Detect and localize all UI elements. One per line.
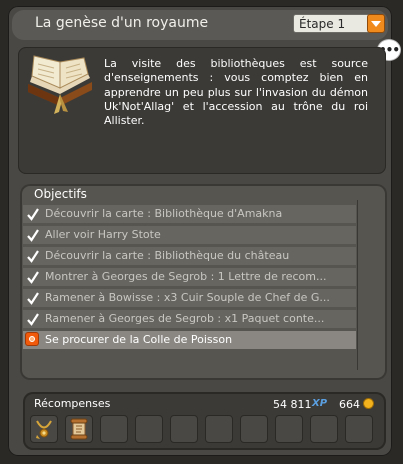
reward-slot-empty [275,415,303,443]
objectives-list: Découvrir la carte : Bibliothèque d'Amak… [23,205,356,352]
reward-slot-empty [100,415,128,443]
objective-label: Découvrir la carte : Bibliothèque d'Amak… [45,207,283,220]
reward-slot-empty [205,415,233,443]
objective-label: Découvrir la carte : Bibliothèque du châ… [45,249,290,262]
reward-slot-empty [170,415,198,443]
open-book-icon [24,54,96,116]
step-dropdown-value: Étape 1 [299,17,346,31]
reward-slot-empty [240,415,268,443]
reward-slot-empty [135,415,163,443]
reward-slot-empty [345,415,373,443]
objectives-title: Objectifs [34,187,87,201]
xp-value: 54 811 [273,398,312,411]
check-icon [27,208,39,221]
check-icon [27,229,39,242]
objective-item[interactable]: Ramener à Bowisse : x3 Cuir Souple de Ch… [23,289,356,307]
objective-item-current[interactable]: Se procurer de la Colle de Poisson [23,331,356,349]
kamas-icon [364,399,373,408]
objective-label: Montrer à Georges de Segrob : 1 Lettre d… [45,270,327,283]
check-icon [27,271,39,284]
reward-slot[interactable] [30,415,58,443]
objective-label: Aller voir Harry Stote [45,228,161,241]
chevron-down-icon[interactable] [367,14,385,33]
objective-item[interactable]: Aller voir Harry Stote [23,226,356,244]
check-icon [27,250,39,263]
target-marker-icon[interactable] [25,332,39,346]
objective-item[interactable]: Ramener à Georges de Segrob : x1 Paquet … [23,310,356,328]
necklace-item-icon [36,420,52,439]
objective-item[interactable]: Découvrir la carte : Bibliothèque du châ… [23,247,356,265]
check-icon [27,292,39,305]
quest-title: La genèse d'un royaume [35,15,209,31]
objective-label: Se procurer de la Colle de Poisson [45,333,233,346]
objective-label: Ramener à Georges de Segrob : x1 Paquet … [45,312,325,325]
xp-icon: XP [312,398,328,409]
step-dropdown[interactable]: Étape 1 [293,14,385,33]
reward-slot[interactable] [65,415,93,443]
objective-item[interactable]: Découvrir la carte : Bibliothèque d'Amak… [23,205,356,223]
kamas-value: 664 [339,398,360,411]
objective-label: Ramener à Bowisse : x3 Cuir Souple de Ch… [45,291,330,304]
objectives-scrollbar[interactable] [357,200,358,370]
scroll-item-icon [70,418,88,440]
objective-item[interactable]: Montrer à Georges de Segrob : 1 Lettre d… [23,268,356,286]
reward-slot-empty [310,415,338,443]
check-icon [27,313,39,326]
rewards-title: Récompenses [34,397,111,410]
quest-description: La visite des bibliothèques est source d… [104,57,368,128]
